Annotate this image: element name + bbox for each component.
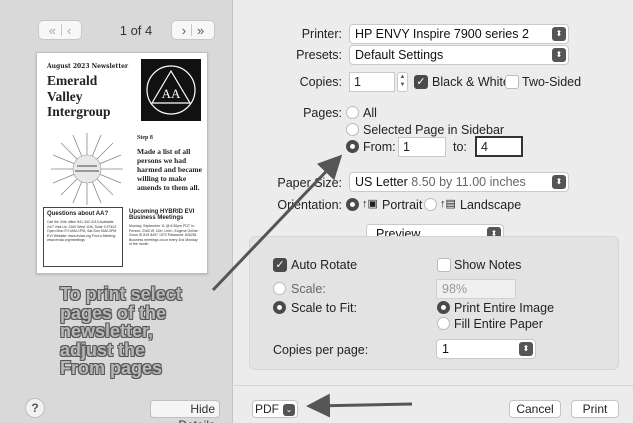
copies-per-page-value: 1 <box>442 342 449 356</box>
auto-rotate-checkbox[interactable]: ✓ <box>273 258 287 272</box>
portrait-icon: ↑▣ <box>362 198 378 210</box>
auto-rotate-label: Auto Rotate <box>291 258 358 272</box>
page-thumbnail[interactable]: August 2023 Newsletter Emerald Valley In… <box>36 52 208 274</box>
first-page-icon[interactable]: « <box>49 23 56 38</box>
landscape-radio[interactable] <box>424 198 437 211</box>
presets-label: Presets: <box>296 48 342 62</box>
prev-page-icon[interactable]: ‹ <box>67 23 71 38</box>
preview-options-section: ✓ Auto Rotate Show Notes Scale: 98% Scal… <box>249 236 619 370</box>
paper-size-dims: 8.50 by 11.00 inches <box>411 175 526 189</box>
presets-value: Default Settings <box>355 48 444 62</box>
checkmark-icon: ✓ <box>416 76 426 88</box>
scale-label: Scale: <box>291 282 326 296</box>
next-page-icon[interactable]: › <box>182 23 186 38</box>
two-sided-checkbox[interactable] <box>505 75 519 89</box>
checkmark-icon: ✓ <box>275 259 285 271</box>
portrait-radio[interactable] <box>346 198 359 211</box>
logo-text: AA <box>162 86 181 101</box>
hybrid-box: Upcoming HYBRID EVI Business Meetings Mo… <box>127 207 203 267</box>
to-page-field[interactable]: 4 <box>475 136 523 157</box>
info-boxes: Questions about AA? Call the 24hr office… <box>43 207 203 269</box>
show-notes-checkbox[interactable] <box>437 258 451 272</box>
from-page-field[interactable]: 1 <box>398 137 446 157</box>
pdf-menu-button[interactable]: PDF ⌄ <box>252 400 298 418</box>
printer-select[interactable]: HP ENVY Inspire 7900 series 2 ⬍ <box>349 24 569 44</box>
print-button[interactable]: Print <box>571 400 619 418</box>
copies-label: Copies: <box>299 75 342 89</box>
two-sided-label: Two-Sided <box>522 75 582 89</box>
pages-selected-label: Selected Page in Sidebar <box>363 123 505 137</box>
footer-divider <box>234 385 633 386</box>
questions-heading: Questions about AA? <box>47 211 109 217</box>
printer-value: HP ENVY Inspire 7900 series 2 <box>355 27 529 41</box>
newsletter-kicker: August 2023 Newsletter <box>47 63 129 70</box>
preview-sidebar: «‹ 1 of 4 ›» August 2023 Newsletter Emer… <box>0 0 233 423</box>
title-line: Valley <box>47 88 83 104</box>
title-line: Emerald <box>47 73 98 88</box>
pages-from-label: From: <box>363 140 396 154</box>
presets-select[interactable]: Default Settings ⬍ <box>349 45 569 65</box>
previous-page-button[interactable]: «‹ <box>38 20 82 40</box>
scale-radio[interactable] <box>273 282 286 295</box>
pages-label: Pages: <box>303 106 342 120</box>
paper-size-value: US Letter <box>355 175 408 189</box>
fill-entire-paper-label: Fill Entire Paper <box>454 317 543 331</box>
scale-to-fit-radio[interactable] <box>273 301 286 314</box>
page-navigation: «‹ 1 of 4 ›» <box>38 20 218 42</box>
landscape-icon: ↑▤ <box>440 198 456 210</box>
chevron-down-icon: ⌄ <box>283 403 295 416</box>
updown-chevron-icon: ⬍ <box>552 48 566 62</box>
pages-all-radio[interactable] <box>346 106 359 119</box>
help-button[interactable]: ? <box>25 398 45 418</box>
step-label: Step 8 <box>137 135 153 141</box>
hybrid-body: Monday, September 11 @ 6:30pm PDT In-Per… <box>129 224 199 247</box>
pages-from-radio[interactable] <box>346 140 359 153</box>
next-page-button[interactable]: ›» <box>171 20 215 40</box>
help-icon[interactable]: ? <box>31 401 38 415</box>
scale-field[interactable]: 98% <box>436 279 516 299</box>
print-entire-image-radio[interactable] <box>437 301 450 314</box>
updown-chevron-icon: ⬍ <box>519 342 533 356</box>
hide-details-button[interactable]: Hide Details <box>150 400 220 423</box>
show-notes-label: Show Notes <box>454 258 522 272</box>
last-page-icon[interactable]: » <box>197 23 204 38</box>
page-indicator: 1 of 4 <box>119 23 153 38</box>
copies-stepper[interactable]: ▲ ▼ <box>397 72 408 92</box>
orientation-label: Orientation: <box>277 198 342 212</box>
updown-chevron-icon: ⬍ <box>552 175 566 189</box>
black-white-label: Black & White <box>432 75 510 89</box>
title-line: Intergroup <box>47 104 111 119</box>
copies-per-page-label: Copies per page: <box>273 343 369 357</box>
paper-size-select[interactable]: US Letter 8.50 by 11.00 inches ⬍ <box>349 172 569 192</box>
portrait-label: Portrait <box>382 198 423 212</box>
aa-logo: AA <box>141 59 201 121</box>
black-white-checkbox[interactable]: ✓ <box>414 75 428 89</box>
questions-body: Call the 24hr office 541-342-4113 Availa… <box>47 220 117 243</box>
printer-label: Printer: <box>301 27 342 41</box>
newsletter-title: Emerald Valley Intergroup <box>47 73 137 120</box>
pages-all-label: All <box>363 106 377 120</box>
landscape-label: Landscape <box>460 198 522 212</box>
pages-selected-radio[interactable] <box>346 123 359 136</box>
pages-to-label: to: <box>453 140 467 154</box>
copies-per-page-select[interactable]: 1 ⬍ <box>436 339 536 359</box>
updown-chevron-icon: ⬍ <box>552 27 566 41</box>
cancel-button[interactable]: Cancel <box>509 400 561 418</box>
print-entire-image-label: Print Entire Image <box>454 301 555 315</box>
copies-field[interactable]: 1 <box>349 72 395 92</box>
sunburst-image <box>51 133 123 205</box>
hybrid-heading: Upcoming HYBRID EVI Business Meetings <box>129 209 195 221</box>
fill-entire-paper-radio[interactable] <box>437 317 450 330</box>
paper-size-label: Paper Size: <box>277 176 342 190</box>
step-quote: Made a list of all persons we had harmed… <box>137 147 202 192</box>
annotation-overlay-text: To print select pages of the newsletter,… <box>60 284 182 378</box>
pdf-label: PDF <box>255 402 279 416</box>
scale-to-fit-label: Scale to Fit: <box>291 301 357 315</box>
print-settings-panel: Printer: HP ENVY Inspire 7900 series 2 ⬍… <box>234 0 633 423</box>
questions-box: Questions about AA? Call the 24hr office… <box>43 207 123 267</box>
